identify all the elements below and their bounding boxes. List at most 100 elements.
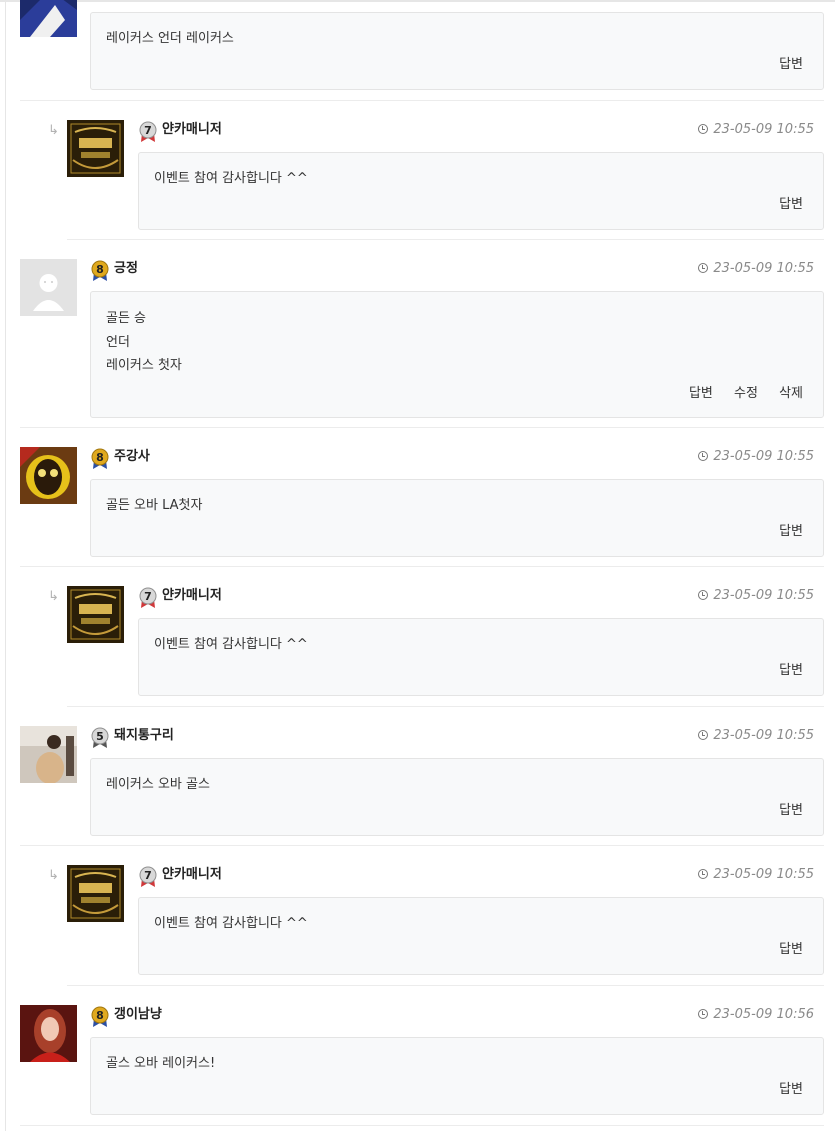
comment-content-box: 이벤트 참여 감사합니다 ^^ 답변	[138, 618, 824, 696]
level-badge-icon: 8	[91, 448, 109, 469]
comment-item: 8 주강사 23-05-09 10:55 골든 오바 LA첫자 답변	[0, 428, 835, 567]
reply-button[interactable]: 답변	[779, 663, 803, 678]
comment-text: 골든 승 언더 레이커스 첫자	[106, 311, 182, 373]
avatar[interactable]	[67, 865, 124, 922]
comment-divider	[20, 1125, 824, 1126]
nickname[interactable]: 얀카매니저	[162, 586, 222, 606]
clock-icon	[698, 590, 709, 600]
avatar[interactable]	[67, 120, 124, 177]
clock-icon	[698, 124, 709, 134]
edit-button[interactable]: 수정	[734, 386, 758, 401]
comment-item: 8 긍정 23-05-09 10:55 골든 승 언더 레이커스 첫자 답변 수…	[0, 240, 835, 428]
comment-text: 이벤트 참여 감사합니다 ^^	[154, 637, 308, 652]
nickname[interactable]: 갱이남냥	[114, 1005, 162, 1025]
comment-text: 골든 오바 LA첫자	[106, 498, 203, 513]
time-text: 23-05-09 10:55	[713, 867, 814, 882]
avatar[interactable]	[20, 259, 77, 316]
avatar[interactable]	[67, 586, 124, 643]
clock-icon	[698, 451, 709, 461]
nickname[interactable]: 주강사	[114, 447, 150, 467]
comment-meta: 7 얀카매니저 23-05-09 10:55	[138, 120, 824, 142]
comment-text: 이벤트 참여 감사합니다 ^^	[154, 171, 308, 186]
comment-item: 8 갱이남냥 23-05-09 10:56 골스 오바 레이커스! 답변	[0, 986, 835, 1131]
avatar[interactable]	[20, 0, 77, 37]
reply-button[interactable]: 답변	[779, 197, 803, 212]
level-number: 7	[144, 869, 152, 882]
comment-text: 레이커스 언더 레이커스	[106, 31, 234, 46]
reply-button[interactable]: 답변	[689, 386, 713, 401]
avatar[interactable]	[20, 726, 77, 783]
clock-icon	[698, 869, 709, 879]
comment-content-box: 골든 승 언더 레이커스 첫자 답변 수정 삭제	[90, 291, 824, 418]
comment-actions: 답변	[762, 659, 803, 678]
level-badge-icon: 8	[91, 260, 109, 281]
comment-content-box: 레이커스 언더 레이커스 답변	[90, 12, 824, 90]
reply-button[interactable]: 답변	[779, 803, 803, 818]
reply-button[interactable]: 답변	[779, 1082, 803, 1097]
comment-time: 23-05-09 10:56	[698, 1005, 814, 1025]
comment-content-box: 골스 오바 레이커스! 답변	[90, 1037, 824, 1115]
comment-meta: 7 얀카매니저 23-05-09 10:55	[138, 865, 824, 887]
comment-time: 23-05-09 10:55	[698, 120, 814, 140]
level-badge-icon: 5	[91, 727, 109, 748]
time-text: 23-05-09 10:55	[713, 728, 814, 743]
reply-arrow-icon: ↳	[48, 589, 59, 604]
comment-actions: 답변	[762, 938, 803, 957]
time-text: 23-05-09 10:55	[713, 588, 814, 603]
reply-button[interactable]: 답변	[779, 524, 803, 539]
comment-meta: 8 갱이남냥 23-05-09 10:56	[90, 1005, 824, 1027]
level-badge-icon: 7	[139, 587, 157, 608]
comment-time: 23-05-09 10:55	[698, 586, 814, 606]
nickname[interactable]: 긍정	[114, 259, 138, 279]
comment-actions: 답변	[762, 53, 803, 72]
time-text: 23-05-09 10:55	[713, 122, 814, 137]
comment-actions: 답변 수정 삭제	[672, 382, 803, 401]
comment-actions: 답변	[762, 520, 803, 539]
avatar[interactable]	[20, 447, 77, 504]
level-badge-icon: 7	[139, 121, 157, 142]
time-text: 23-05-09 10:56	[713, 1007, 814, 1022]
level-badge-icon: 7	[139, 866, 157, 887]
reply-arrow-icon: ↳	[48, 123, 59, 138]
level-number: 8	[96, 1009, 104, 1022]
comment-content-box: 골든 오바 LA첫자 답변	[90, 479, 824, 557]
reply-button[interactable]: 답변	[779, 57, 803, 72]
comment-time: 23-05-09 10:55	[698, 726, 814, 746]
comment-meta: 5 돼지통구리 23-05-09 10:55	[90, 726, 824, 748]
nickname[interactable]: 얀카매니저	[162, 120, 222, 140]
comment-time: 23-05-09 10:55	[698, 259, 814, 279]
time-text: 23-05-09 10:55	[713, 449, 814, 464]
time-text: 23-05-09 10:55	[713, 261, 814, 276]
comment-item: ↳ 7 얀카매니저 23-05-09 10:55 이벤트 참여 감사합니다 ^^…	[0, 846, 835, 986]
nickname[interactable]: 돼지통구리	[114, 726, 174, 746]
comment-time: 23-05-09 10:55	[698, 865, 814, 885]
comment-item: ↳ 7 얀카매니저 23-05-09 10:55 이벤트 참여 감사합니다 ^^…	[0, 567, 835, 707]
level-number: 7	[144, 590, 152, 603]
comment-content-box: 레이커스 오바 골스 답변	[90, 758, 824, 836]
comment-meta: 7 얀카매니저 23-05-09 10:55	[138, 586, 824, 608]
comment-actions: 답변	[762, 1078, 803, 1097]
comment-content-box: 이벤트 참여 감사합니다 ^^ 답변	[138, 152, 824, 230]
clock-icon	[698, 730, 709, 740]
comment-actions: 답변	[762, 799, 803, 818]
level-number: 7	[144, 124, 152, 137]
comment-item: 레이커스 언더 레이커스 답변	[0, 0, 835, 101]
comment-item: ↳ 7 얀카매니저 23-05-09 10:55 이벤트 참여 감사합니다 ^^…	[0, 101, 835, 240]
reply-arrow-icon: ↳	[48, 868, 59, 883]
comment-meta: 8 긍정 23-05-09 10:55	[90, 259, 824, 281]
reply-button[interactable]: 답변	[779, 942, 803, 957]
nickname[interactable]: 얀카매니저	[162, 865, 222, 885]
comment-text: 골스 오바 레이커스!	[106, 1056, 216, 1071]
comment-text: 레이커스 오바 골스	[106, 777, 210, 792]
comment-meta: 8 주강사 23-05-09 10:55	[90, 447, 824, 469]
comment-time: 23-05-09 10:55	[698, 447, 814, 467]
level-number: 8	[96, 451, 104, 464]
delete-button[interactable]: 삭제	[779, 386, 803, 401]
comment-text: 이벤트 참여 감사합니다 ^^	[154, 916, 308, 931]
avatar[interactable]	[20, 1005, 77, 1062]
level-badge-icon: 8	[91, 1006, 109, 1027]
level-number: 5	[96, 730, 104, 743]
comment-actions: 답변	[762, 193, 803, 212]
clock-icon	[698, 263, 709, 273]
comment-item: 5 돼지통구리 23-05-09 10:55 레이커스 오바 골스 답변	[0, 707, 835, 846]
